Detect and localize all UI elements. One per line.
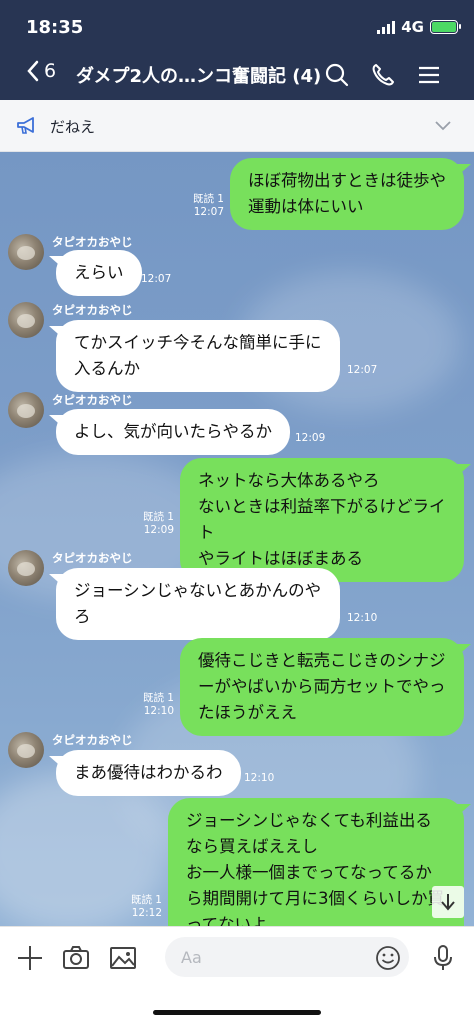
header: 18:35 4G 6 ダメプ2人の…ンコ奮闘記 (4) <box>0 0 474 100</box>
add-button[interactable] <box>15 943 45 973</box>
message-bubble[interactable]: ジョーシンじゃなくても利益出る なら買えばええし お一人様一個までってなってるか… <box>168 798 464 926</box>
message-time: 12:07 <box>141 273 172 285</box>
read-status: 既読 1 12:12 <box>130 894 162 919</box>
sender-name: タピオカおやじ <box>52 551 133 565</box>
avatar[interactable] <box>8 550 44 586</box>
chat-title[interactable]: ダメプ2人の…ンコ奮闘記 (4) <box>76 62 321 88</box>
message-bubble[interactable]: えらい <box>56 250 142 296</box>
avatar[interactable] <box>8 302 44 338</box>
avatar[interactable] <box>8 234 44 270</box>
battery-icon <box>430 20 461 34</box>
announcement-bar[interactable]: だねえ <box>0 100 474 152</box>
message-bubble[interactable]: まあ優待はわかるわ <box>56 750 241 796</box>
microphone-icon <box>434 945 452 970</box>
back-button[interactable]: 6 <box>26 60 56 82</box>
message-input[interactable] <box>165 937 355 977</box>
camera-button[interactable] <box>61 943 91 973</box>
message-bubble[interactable]: ネットなら大体あるやろ ないときは利益率下がるけどライト やライトはほぼまある <box>180 458 464 582</box>
chevron-down-icon[interactable] <box>434 118 452 132</box>
menu-button[interactable] <box>414 60 444 90</box>
hamburger-icon <box>419 66 439 84</box>
message-time: 12:10 <box>347 612 378 624</box>
scroll-down-button[interactable] <box>432 886 464 918</box>
message-bubble[interactable]: ほぼ荷物出すときは徒歩や 運動は体にいい <box>230 158 464 230</box>
read-status: 既読 1 12:10 <box>142 692 174 717</box>
message-bubble[interactable]: てかスイッチ今そんな簡単に手に 入るんか <box>56 320 340 392</box>
avatar[interactable] <box>8 392 44 428</box>
camera-icon <box>63 946 89 969</box>
avatar[interactable] <box>8 732 44 768</box>
image-icon <box>110 947 136 969</box>
plus-icon <box>18 946 42 970</box>
sender-name: タピオカおやじ <box>52 303 133 317</box>
signal-icon <box>377 20 396 34</box>
gallery-button[interactable] <box>108 943 138 973</box>
message-bubble[interactable]: ジョーシンじゃないとあかんのや ろ <box>56 568 340 640</box>
read-status: 既読 1 12:07 <box>192 193 224 218</box>
sender-name: タピオカおやじ <box>52 235 133 249</box>
megaphone-icon <box>17 117 34 134</box>
message-time: 12:07 <box>347 364 378 376</box>
message-bubble[interactable]: よし、気が向いたらやるか <box>56 409 290 455</box>
announcement-text: だねえ <box>50 118 96 136</box>
call-button[interactable] <box>368 60 398 90</box>
message-time: 12:09 <box>295 432 326 444</box>
chat-area[interactable]: 既読 1 12:07 ほぼ荷物出すときは徒歩や 運動は体にいい タピオカおやじ え… <box>0 152 474 926</box>
message-input-container <box>165 937 409 977</box>
chevron-left-icon <box>27 60 39 82</box>
phone-icon <box>372 64 394 86</box>
sender-name: タピオカおやじ <box>52 733 133 747</box>
sender-name: タピオカおやじ <box>52 393 133 407</box>
search-button[interactable] <box>322 60 352 90</box>
status-time: 18:35 <box>26 17 84 38</box>
voice-button[interactable] <box>428 943 458 973</box>
network-label: 4G <box>401 18 424 36</box>
read-status: 既読 1 12:09 <box>142 511 174 536</box>
message-time: 12:10 <box>244 772 275 784</box>
arrow-down-icon <box>441 894 455 911</box>
search-icon <box>325 63 349 87</box>
status-indicators: 4G <box>377 18 461 36</box>
emoji-icon[interactable] <box>375 945 401 971</box>
home-indicator[interactable] <box>153 1010 321 1015</box>
message-bubble[interactable]: 優待こじきと転売こじきのシナジ ーがやばいから両方セットでやっ たほうがええ <box>180 638 464 736</box>
back-count: 6 <box>44 60 57 82</box>
